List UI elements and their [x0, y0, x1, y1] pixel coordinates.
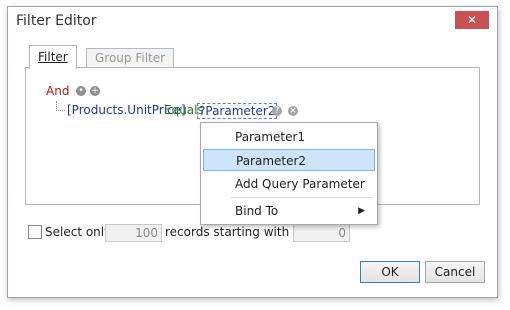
close-button[interactable]: ✕	[455, 11, 489, 29]
menu-item-parameter1[interactable]: Parameter1	[203, 126, 375, 148]
group-operator-and[interactable]: And	[46, 84, 69, 98]
tab-group-filter[interactable]: Group Filter	[86, 48, 175, 68]
cancel-button[interactable]: Cancel	[425, 261, 485, 283]
ok-button[interactable]: OK	[360, 261, 420, 283]
dialog-title: Filter Editor	[16, 13, 97, 29]
title-bar: Filter Editor ✕	[8, 7, 497, 35]
group-options-icon[interactable]: •	[76, 86, 86, 96]
remove-condition-icon[interactable]: ×	[288, 106, 298, 116]
submenu-arrow-icon: ▶	[358, 206, 365, 216]
add-condition-icon[interactable]: +	[90, 86, 100, 96]
select-only-checkbox[interactable]	[28, 225, 42, 239]
select-only-label: Select only	[45, 225, 112, 239]
close-icon: ✕	[466, 13, 478, 27]
menu-item-parameter2[interactable]: Parameter2	[203, 149, 375, 171]
condition-value[interactable]: ?Parameter2	[197, 103, 278, 119]
menu-separator	[231, 197, 373, 198]
menu-item-bind-to-label: Bind To	[235, 204, 279, 218]
tree-connector	[56, 101, 65, 111]
tab-filter-label: Filter	[38, 50, 68, 64]
records-options-row: Select only 100 records starting with in…	[28, 224, 488, 244]
tab-filter[interactable]: Filter	[29, 45, 77, 69]
help-icon[interactable]: ?	[272, 106, 282, 116]
start-index-input[interactable]: 0	[293, 224, 350, 242]
parameter-dropdown-menu: Parameter1 Parameter2 Add Query Paramete…	[200, 122, 378, 225]
records-count-input[interactable]: 100	[105, 224, 162, 242]
menu-item-add-query-parameter[interactable]: Add Query Parameter	[203, 173, 375, 195]
menu-item-bind-to[interactable]: Bind To ▶	[203, 200, 375, 222]
